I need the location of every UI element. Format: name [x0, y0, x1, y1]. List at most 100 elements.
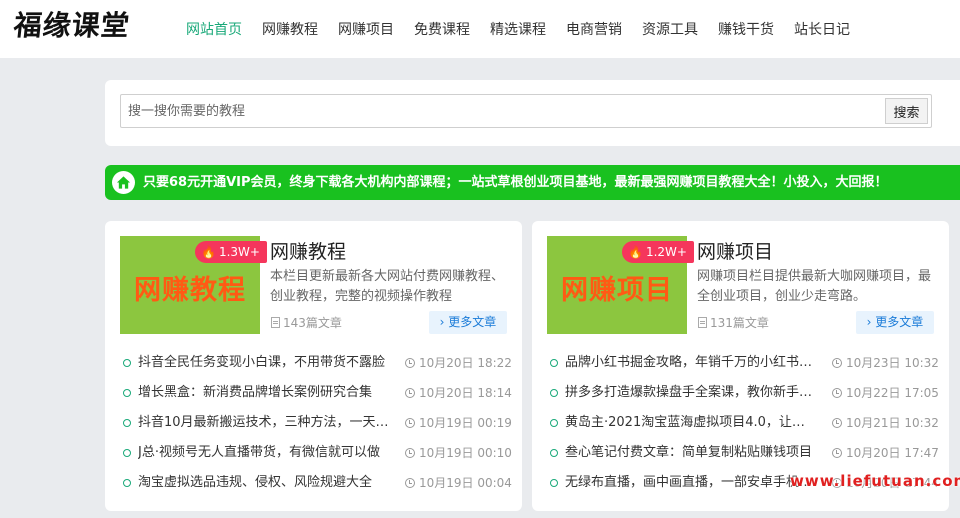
article-date-text: 10月19日 00:10	[419, 446, 512, 460]
list-item: 叁心笔记付费文章：简单复制粘贴赚钱项目 10月20日 17:47	[550, 438, 939, 468]
main-nav: 网站首页 网赚教程 网赚项目 免费课程 精选课程 电商营销 资源工具 赚钱干货 …	[186, 0, 870, 58]
article-date: 10月20日 18:22	[405, 348, 512, 378]
search-box: 搜索	[120, 94, 932, 128]
category-card-projects: 网赚项目 🔥 1.2W+ 网赚项目 网赚项目栏目提供最新大咖网赚项目，最全创业项目…	[532, 221, 949, 511]
site-logo[interactable]: 福缘课堂	[12, 4, 132, 44]
site-header: 福缘课堂 网站首页 网赚教程 网赚项目 免费课程 精选课程 电商营销 资源工具 …	[0, 0, 960, 58]
hot-count: 1.3W+	[218, 245, 260, 259]
more-articles-label: 更多文章	[448, 315, 497, 329]
nav-item-home[interactable]: 网站首页	[186, 19, 242, 39]
thumbnail-text: 网赚教程	[134, 275, 246, 306]
article-date: 10月20日 18:14	[405, 378, 512, 408]
more-articles-button[interactable]: › 更多文章	[856, 311, 934, 334]
list-item: 品牌小红书掘金攻略，年销千万的小红书玩法 10月23日 10:32	[550, 348, 939, 378]
bullet-icon	[550, 479, 558, 487]
site-watermark: www.liefutuan.com	[790, 472, 960, 490]
category-title[interactable]: 网赚教程	[270, 237, 346, 264]
more-articles-button[interactable]: › 更多文章	[429, 311, 507, 334]
article-date: 10月21日 10:32	[832, 408, 939, 438]
thumbnail-text: 网赚项目	[561, 275, 673, 306]
bullet-icon	[550, 359, 558, 367]
nav-item-tutorials[interactable]: 网赚教程	[262, 19, 318, 39]
bullet-icon	[123, 449, 131, 457]
article-title[interactable]: 淘宝虚拟选品违规、侵权、风险规避大全	[138, 468, 390, 498]
article-date: 10月19日 00:19	[405, 408, 512, 438]
article-date-text: 10月20日 18:14	[419, 386, 512, 400]
clock-icon	[832, 388, 842, 398]
category-title[interactable]: 网赚项目	[697, 237, 773, 264]
nav-item-diary[interactable]: 站长日记	[794, 19, 850, 39]
bullet-icon	[550, 419, 558, 427]
bullet-icon	[123, 389, 131, 397]
flame-icon: 🔥	[628, 245, 643, 259]
article-count-text: 143篇文章	[283, 316, 342, 330]
article-date-text: 10月23日 10:32	[846, 356, 939, 370]
article-title[interactable]: 增长黑盒：新消费品牌增长案例研究合集	[138, 378, 390, 408]
list-item: 抖音全民任务变现小白课，不用带货不露脸 10月20日 18:22	[123, 348, 512, 378]
category-card-tutorials: 网赚教程 🔥 1.3W+ 网赚教程 本栏目更新最新各大网站付费网赚教程、创业教程，…	[105, 221, 522, 511]
nav-item-selected-courses[interactable]: 精选课程	[490, 19, 546, 39]
article-title[interactable]: 无绿布直播，画中画直播，一部安卓手机就能	[565, 468, 817, 498]
article-date: 10月20日 17:47	[832, 438, 939, 468]
article-list: 抖音全民任务变现小白课，不用带货不露脸 10月20日 18:22 增长黑盒：新消…	[123, 348, 512, 498]
article-date-text: 10月19日 00:04	[419, 476, 512, 490]
list-item: 拼多多打造爆款操盘手全案课，教你新手也能 10月22日 17:05	[550, 378, 939, 408]
clock-icon	[832, 418, 842, 428]
document-icon	[271, 317, 280, 328]
clock-icon	[405, 418, 415, 428]
more-articles-label: 更多文章	[875, 315, 924, 329]
clock-icon	[405, 358, 415, 368]
chevron-right-icon: ›	[866, 315, 876, 329]
hot-badge: 🔥 1.2W+	[622, 241, 694, 263]
clock-icon	[405, 478, 415, 488]
article-date: 10月19日 00:10	[405, 438, 512, 468]
article-title[interactable]: 品牌小红书掘金攻略，年销千万的小红书玩法	[565, 348, 817, 378]
article-date-text: 10月21日 10:32	[846, 416, 939, 430]
clock-icon	[832, 448, 842, 458]
article-title[interactable]: 抖音全民任务变现小白课，不用带货不露脸	[138, 348, 390, 378]
article-date-text: 10月20日 17:47	[846, 446, 939, 460]
list-item: 增长黑盒：新消费品牌增长案例研究合集 10月20日 18:14	[123, 378, 512, 408]
search-card: 搜索	[105, 80, 960, 146]
clock-icon	[405, 448, 415, 458]
article-title[interactable]: 黄岛主·2021淘宝蓝海虚拟项目4.0，让你月入	[565, 408, 817, 438]
category-description: 网赚项目栏目提供最新大咖网赚项目，最全创业项目，创业少走弯路。	[697, 269, 932, 304]
bullet-icon	[123, 359, 131, 367]
clock-icon	[405, 388, 415, 398]
notice-text: 只要68元开通VIP会员，终身下载各大机构内部课程；一站式草根创业项目基地，最新…	[143, 175, 888, 190]
article-title[interactable]: 拼多多打造爆款操盘手全案课，教你新手也能	[565, 378, 817, 408]
search-input[interactable]	[128, 95, 883, 127]
bullet-icon	[123, 479, 131, 487]
notice-bar[interactable]: 只要68元开通VIP会员，终身下载各大机构内部课程；一站式草根创业项目基地，最新…	[105, 165, 960, 200]
hot-badge: 🔥 1.3W+	[195, 241, 267, 263]
hot-count: 1.2W+	[645, 245, 687, 259]
article-title[interactable]: 叁心笔记付费文章：简单复制粘贴赚钱项目	[565, 438, 817, 468]
article-title[interactable]: 抖音10月最新搬运技术，三种方法，一天起号	[138, 408, 390, 438]
bullet-icon	[550, 449, 558, 457]
article-date-text: 10月19日 00:19	[419, 416, 512, 430]
clock-icon	[832, 358, 842, 368]
nav-item-money-tips[interactable]: 赚钱干货	[718, 19, 774, 39]
nav-item-projects[interactable]: 网赚项目	[338, 19, 394, 39]
list-item: 抖音10月最新搬运技术，三种方法，一天起号 10月19日 00:19	[123, 408, 512, 438]
bullet-icon	[550, 389, 558, 397]
article-count: 143篇文章	[271, 314, 342, 331]
article-date: 10月22日 17:05	[832, 378, 939, 408]
list-item: J总·视频号无人直播带货，有微信就可以做 10月19日 00:10	[123, 438, 512, 468]
search-button[interactable]: 搜索	[885, 98, 928, 124]
article-date: 10月23日 10:32	[832, 348, 939, 378]
article-date-text: 10月22日 17:05	[846, 386, 939, 400]
flame-icon: 🔥	[201, 245, 216, 259]
article-date-text: 10月20日 18:22	[419, 356, 512, 370]
article-title[interactable]: J总·视频号无人直播带货，有微信就可以做	[138, 438, 390, 468]
document-icon	[698, 317, 707, 328]
list-item: 黄岛主·2021淘宝蓝海虚拟项目4.0，让你月入 10月21日 10:32	[550, 408, 939, 438]
nav-item-ecommerce[interactable]: 电商营销	[566, 19, 622, 39]
chevron-right-icon: ›	[439, 315, 449, 329]
nav-item-tools[interactable]: 资源工具	[642, 19, 698, 39]
article-count: 131篇文章	[698, 314, 769, 331]
list-item: 淘宝虚拟选品违规、侵权、风险规避大全 10月19日 00:04	[123, 468, 512, 498]
article-count-text: 131篇文章	[710, 316, 769, 330]
nav-item-free-courses[interactable]: 免费课程	[414, 19, 470, 39]
home-icon	[112, 171, 135, 194]
